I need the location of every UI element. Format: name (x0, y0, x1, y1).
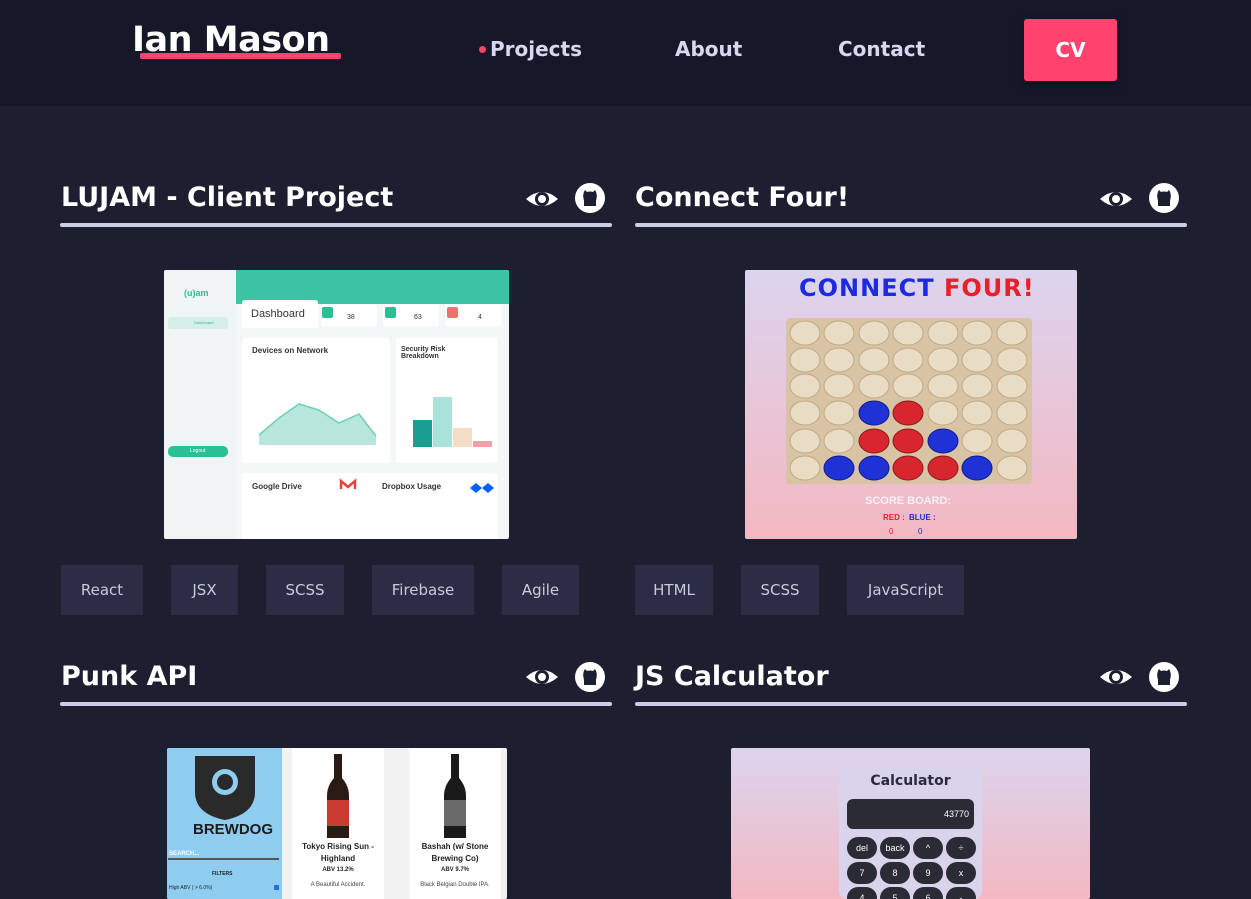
lujam-stat-value: 38 (347, 314, 355, 321)
tech-tag: Firebase (372, 565, 474, 615)
tech-tag: HTML (635, 565, 713, 615)
nav-about[interactable]: About (675, 37, 742, 61)
connect-four-preview[interactable]: CONNECT FOUR! SCORE BOARD: RED : BLUE: … (745, 270, 1077, 539)
calc-key[interactable]: 5 (880, 887, 910, 899)
title-rule (60, 702, 612, 706)
brewdog-brand: BREWDOG (193, 821, 273, 838)
c4-blue-score: 0 (918, 527, 923, 536)
eye-icon[interactable] (525, 182, 559, 216)
github-icon[interactable] (1147, 181, 1181, 215)
lujam-brand: (u)am (184, 288, 209, 298)
calc-key[interactable]: 9 (913, 862, 943, 884)
calc-key[interactable]: 6 (913, 887, 943, 899)
cv-button[interactable]: CV (1024, 19, 1117, 81)
lujam-card-title: Google Drive (252, 482, 302, 491)
calc-heading: Calculator (870, 773, 951, 789)
tech-tag: SCSS (266, 565, 344, 615)
lujam-card-title: Dropbox Usage (382, 482, 442, 491)
c4-heading-b: FOUR! (943, 274, 1035, 302)
calc-key[interactable]: del (847, 837, 877, 859)
tech-tag: React (61, 565, 143, 615)
calc-key[interactable]: ÷ (946, 837, 976, 859)
calc-key[interactable]: x (946, 862, 976, 884)
calculator-preview[interactable]: Calculator 43770 del back ^ ÷ 7 8 9 x 4 … (731, 748, 1090, 899)
active-nav-indicator (479, 46, 486, 53)
project-title: JS Calculator (635, 661, 829, 692)
connect-four-board (786, 318, 1032, 484)
nav-projects[interactable]: Projects (490, 37, 582, 61)
tech-tag: Agile (502, 565, 579, 615)
title-rule (635, 702, 1187, 706)
c4-blue-label: BLUE : (909, 513, 936, 522)
c4-red-score: 0 (889, 527, 894, 536)
calc-key[interactable]: 8 (880, 862, 910, 884)
lujam-card-title: Security Risk Breakdown (401, 346, 446, 360)
punk-search-input: SEARCH... (169, 851, 200, 857)
tech-tag: JSX (171, 565, 238, 615)
lujam-stat-value: 63 (414, 314, 422, 321)
github-icon[interactable] (1147, 660, 1181, 694)
beer-abv: ABV 9.7% (440, 867, 469, 873)
punk-filter-item: High ABV ( > 6.0%) (169, 885, 213, 891)
beer-abv: ABV 13.2% (322, 867, 354, 873)
punk-filters-label: FILTERS (212, 871, 233, 877)
title-rule (60, 223, 612, 227)
nav-contact[interactable]: Contact (838, 37, 925, 61)
github-icon[interactable] (573, 660, 607, 694)
calc-key[interactable]: ^ (913, 837, 943, 859)
title-rule (635, 223, 1187, 227)
c4-heading-a: CONNECT (799, 274, 935, 302)
project-title: LUJAM - Client Project (61, 182, 394, 213)
calc-key[interactable]: 7 (847, 862, 877, 884)
github-icon[interactable] (573, 181, 607, 215)
calc-key[interactable]: - (946, 887, 976, 899)
eye-icon[interactable] (1099, 182, 1133, 216)
beer-name: Tokyo Rising Sun - Highland (302, 842, 374, 863)
calc-key[interactable]: 4 (847, 887, 877, 899)
lujam-logout: Logout (190, 448, 206, 454)
logo-underline (140, 53, 341, 59)
site-header: Ian Mason Projects About Contact CV (0, 0, 1251, 106)
beer-bottle-icon (327, 754, 349, 838)
beer-tagline: Black Belgian Double IPA. (420, 882, 490, 888)
lujam-stat-value: 4 (478, 314, 482, 321)
c4-scoreboard-title: SCORE BOARD: (865, 495, 952, 507)
c4-red-label: RED : (883, 513, 905, 522)
tech-tag: JavaScript (847, 565, 964, 615)
calc-key[interactable]: back (880, 837, 910, 859)
punk-api-preview[interactable]: BREWDOG SEARCH... FILTERS High ABV ( > 6… (167, 748, 507, 899)
project-title: Connect Four! (635, 182, 850, 213)
project-title: Punk API (61, 661, 198, 692)
lujam-card-title: Devices on Network (252, 346, 329, 355)
lujam-preview[interactable]: (u)am Dashboard 38 63 4 Dashboard Logout… (164, 270, 509, 539)
lujam-sidebar-item: Dashboard (194, 320, 214, 325)
beer-name: Bashah (w/ Stone Brewing Co) (421, 842, 489, 863)
beer-bottle-icon (444, 754, 466, 838)
eye-icon[interactable] (1099, 660, 1133, 694)
brewdog-shield-icon (195, 756, 255, 820)
eye-icon[interactable] (525, 660, 559, 694)
calc-display: 43770 (943, 809, 969, 819)
beer-tagline: A Beautiful Accident. (310, 882, 366, 888)
tech-tag: SCSS (741, 565, 819, 615)
lujam-dashboard-title: Dashboard (251, 308, 305, 320)
